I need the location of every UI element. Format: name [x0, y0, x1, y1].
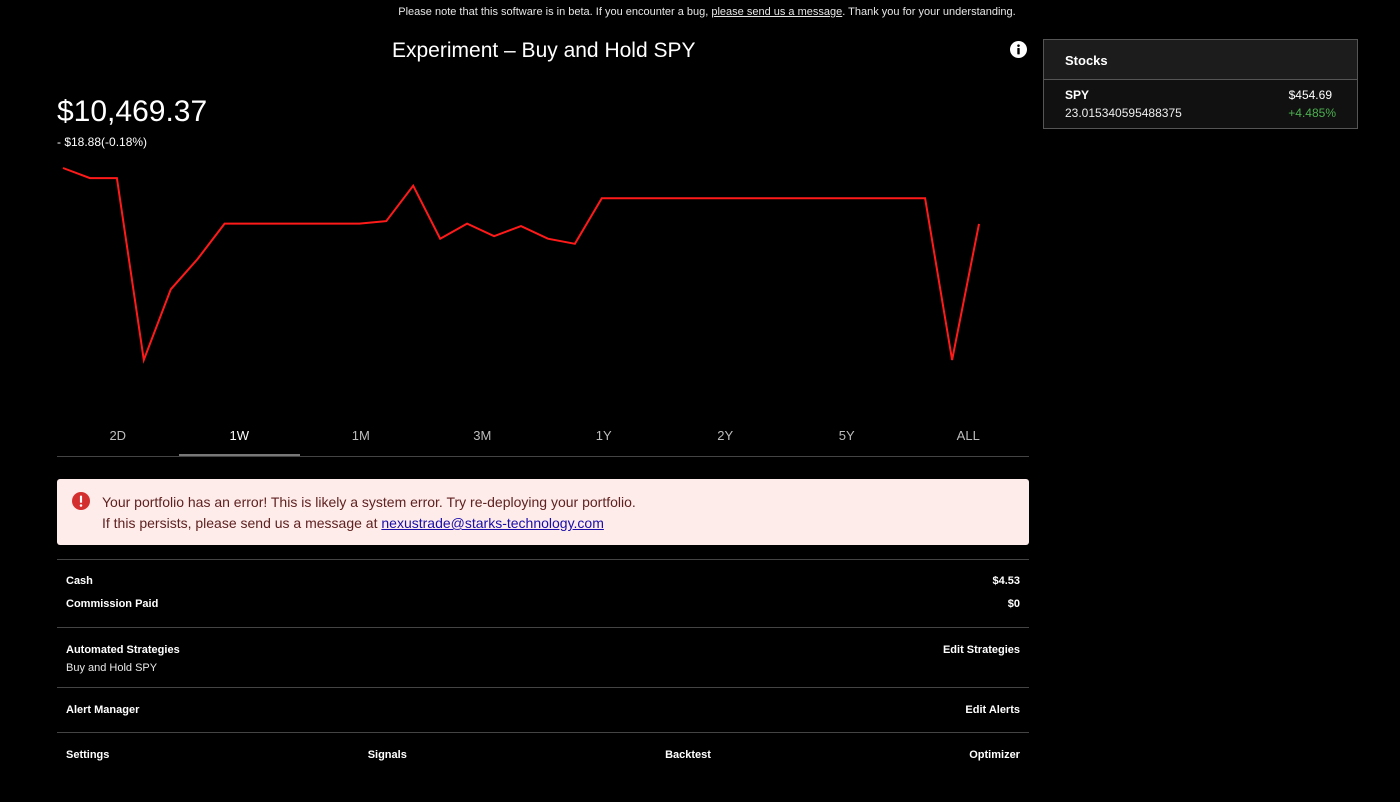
portfolio-value-line [62, 167, 980, 364]
stocks-panel: Stocks SPY 23.015340595488375 $454.69 +4… [1043, 39, 1358, 129]
stock-row-spy[interactable]: SPY 23.015340595488375 $454.69 +4.485% [1044, 80, 1357, 128]
alert-message: Your portfolio has an error! This is lik… [102, 494, 636, 510]
commission-label: Commission Paid [66, 598, 159, 610]
range-tab-1y[interactable]: 1Y [543, 416, 665, 456]
error-alert: Your portfolio has an error! This is lik… [57, 479, 1029, 545]
alert-manager-row: Alert Manager Edit Alerts [57, 704, 1029, 716]
range-tab-2y[interactable]: 2Y [665, 416, 787, 456]
alert-followup-text: If this persists, please send us a messa… [102, 515, 382, 531]
beta-banner: Please note that this software is in bet… [0, 6, 1400, 18]
beta-banner-link[interactable]: please send us a message [711, 6, 842, 18]
portfolio-change: - $18.88(-0.18%) [57, 135, 148, 149]
range-tab-1w[interactable]: 1W [178, 416, 300, 456]
beta-banner-suffix: . Thank you for your understanding. [842, 6, 1016, 18]
edit-alerts-button[interactable]: Edit Alerts [965, 704, 1020, 716]
portfolio-value: $10,469.37 [57, 95, 208, 128]
strategy-item[interactable]: Buy and Hold SPY [57, 662, 1029, 674]
cash-label: Cash [66, 575, 93, 587]
strategies-section: Automated Strategies Edit Strategies Buy… [57, 627, 1029, 687]
strategies-header: Automated Strategies Edit Strategies [57, 644, 1029, 656]
support-email-link[interactable]: nexustrade@starks-technology.com [381, 515, 604, 531]
backtest-link[interactable]: Backtest [665, 749, 711, 761]
edit-strategies-button[interactable]: Edit Strategies [943, 644, 1020, 656]
range-tab-all[interactable]: ALL [908, 416, 1030, 456]
strategies-label: Automated Strategies [66, 644, 180, 656]
optimizer-link[interactable]: Optimizer [969, 749, 1020, 761]
stock-shares: 23.015340595488375 [1065, 106, 1182, 120]
settings-link[interactable]: Settings [66, 749, 109, 761]
portfolio-details: Cash $4.53 Commission Paid $0 Automated … [57, 559, 1029, 783]
range-tab-2d[interactable]: 2D [57, 416, 179, 456]
alert-manager-section: Alert Manager Edit Alerts [57, 687, 1029, 732]
portfolio-chart [62, 167, 980, 364]
range-tab-5y[interactable]: 5Y [786, 416, 908, 456]
info-icon[interactable] [1010, 41, 1027, 58]
range-tab-3m[interactable]: 3M [422, 416, 544, 456]
range-tabs: 2D 1W 1M 3M 1Y 2Y 5Y ALL [57, 416, 1029, 457]
alert-followup: If this persists, please send us a messa… [102, 513, 1029, 534]
page-title: Experiment – Buy and Hold SPY [392, 39, 696, 62]
bottom-nav: Settings Signals Backtest Optimizer [57, 749, 1029, 761]
signals-link[interactable]: Signals [368, 749, 407, 761]
beta-banner-text: Please note that this software is in bet… [398, 6, 709, 18]
stock-symbol: SPY [1065, 88, 1090, 102]
stocks-header: Stocks [1044, 40, 1357, 80]
commission-value: $0 [1007, 598, 1020, 610]
alert-manager-label: Alert Manager [66, 704, 140, 716]
bottom-nav-section: Settings Signals Backtest Optimizer [57, 732, 1029, 783]
stock-change: +4.485% [1288, 106, 1336, 120]
cash-value: $4.53 [992, 575, 1020, 587]
cash-row: Cash $4.53 [57, 575, 1029, 587]
summary-section: Cash $4.53 Commission Paid $0 [57, 559, 1029, 627]
range-tab-1m[interactable]: 1M [300, 416, 422, 456]
commission-row: Commission Paid $0 [57, 598, 1029, 610]
error-icon [72, 492, 90, 510]
stock-price: $454.69 [1288, 88, 1332, 102]
